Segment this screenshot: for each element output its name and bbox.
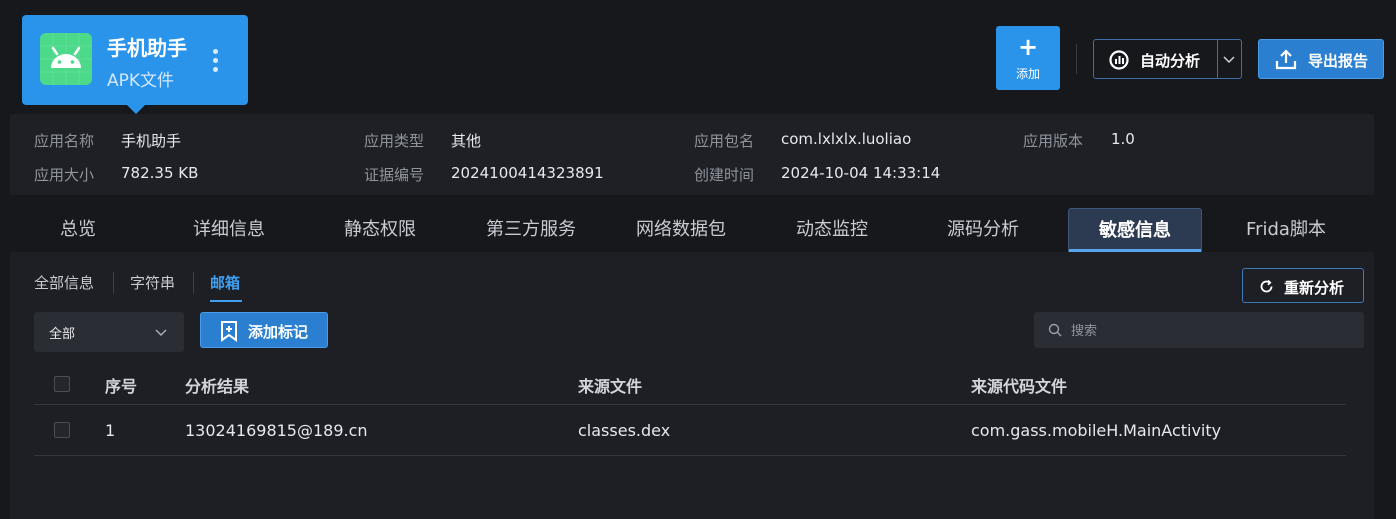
size-value: 782.35 KB <box>121 164 199 182</box>
bookmark-add-icon <box>221 321 237 342</box>
tab-third-party[interactable]: 第三方服务 <box>456 208 606 252</box>
app-name-value: 手机助手 <box>121 132 182 150</box>
filter-selected-value: 全部 <box>49 327 76 342</box>
filter-select[interactable]: 全部 <box>34 312 184 352</box>
chevron-down-icon[interactable] <box>1222 52 1236 66</box>
select-all-checkbox[interactable] <box>54 376 70 392</box>
app-type-key: 应用类型 <box>364 132 425 150</box>
reanalyze-label: 重新分析 <box>1284 279 1345 297</box>
tab-dynamic-monitor[interactable]: 动态监控 <box>756 208 908 252</box>
col-source-code-file: 来源代码文件 <box>971 377 1068 396</box>
size-key: 应用大小 <box>34 166 95 184</box>
tab-network-packets[interactable]: 网络数据包 <box>606 208 756 252</box>
package-key: 应用包名 <box>694 132 755 150</box>
add-mark-button[interactable]: 添加标记 <box>200 312 328 348</box>
cell-index: 1 <box>105 421 116 440</box>
tab-frida-script[interactable]: Frida脚本 <box>1210 208 1362 252</box>
reanalyze-button[interactable]: 重新分析 <box>1242 268 1364 303</box>
subtab-all-info[interactable]: 全部信息 <box>34 272 94 293</box>
tab-source-analysis[interactable]: 源码分析 <box>908 208 1058 252</box>
tab-overview[interactable]: 总览 <box>10 208 146 252</box>
more-vertical-icon[interactable] <box>208 49 222 75</box>
version-key: 应用版本 <box>1023 132 1084 150</box>
auto-analyze-button[interactable]: 自动分析 <box>1093 39 1242 79</box>
subtab-divider <box>193 272 194 294</box>
version-value: 1.0 <box>1111 130 1135 148</box>
created-value: 2024-10-04 14:33:14 <box>781 164 941 182</box>
tab-sensitive-info[interactable]: 敏感信息 <box>1068 208 1202 252</box>
top-bar: 手机助手 APK文件 + 添加 自动分析 导出报告 <box>0 0 1396 114</box>
add-mark-label: 添加标记 <box>248 323 309 341</box>
app-name: 手机助手 <box>107 36 187 60</box>
tab-static-permissions[interactable]: 静态权限 <box>304 208 456 252</box>
subtab-email[interactable]: 邮箱 <box>210 272 240 293</box>
evidence-key: 证据编号 <box>364 166 425 184</box>
created-key: 创建时间 <box>694 166 755 184</box>
package-value: com.lxlxlx.luoliao <box>781 130 912 148</box>
main-tabs: 总览 详细信息 静态权限 第三方服务 网络数据包 动态监控 源码分析 敏感信息 … <box>10 208 1374 252</box>
col-source-file: 来源文件 <box>578 377 643 396</box>
export-report-button[interactable]: 导出报告 <box>1258 39 1384 79</box>
add-button-label: 添加 <box>1015 67 1040 81</box>
table-header: 序号 分析结果 来源文件 来源代码文件 <box>34 363 1346 405</box>
table-row: 1 13024169815@189.cn classes.dex com.gas… <box>34 406 1346 456</box>
add-button[interactable]: + 添加 <box>996 26 1060 90</box>
subtab-strings[interactable]: 字符串 <box>130 272 175 293</box>
split-divider <box>1217 40 1218 78</box>
app-info-panel: 应用名称 手机助手 应用类型 其他 应用包名 com.lxlxlx.luolia… <box>10 114 1374 195</box>
app-name-key: 应用名称 <box>34 132 95 150</box>
android-robot-icon <box>40 33 92 85</box>
app-type-value: 其他 <box>451 132 482 150</box>
auto-analyze-label: 自动分析 <box>1140 52 1201 70</box>
plus-icon: + <box>1017 33 1039 61</box>
search-input[interactable] <box>1034 312 1364 348</box>
sensitive-info-panel: 全部信息 字符串 邮箱 重新分析 全部 添加标记 序号 分析结果 来源文件 <box>10 252 1374 519</box>
cell-source-code-file: com.gass.mobileH.MainActivity <box>971 421 1222 440</box>
cell-result: 13024169815@189.cn <box>185 421 368 440</box>
col-result: 分析结果 <box>185 377 250 396</box>
evidence-value: 2024100414323891 <box>451 164 604 182</box>
subtab-divider <box>113 272 114 294</box>
app-card: 手机助手 APK文件 <box>22 15 248 114</box>
toolbar-divider <box>1076 44 1077 74</box>
export-report-label: 导出报告 <box>1308 52 1369 70</box>
chevron-down-icon <box>155 329 167 336</box>
tab-details[interactable]: 详细信息 <box>154 208 304 252</box>
analysis-chart-icon <box>1109 50 1129 70</box>
upload-icon <box>1275 49 1297 70</box>
cell-source-file: classes.dex <box>578 421 671 440</box>
col-index: 序号 <box>105 377 138 396</box>
row-checkbox[interactable] <box>54 422 70 438</box>
app-file-type: APK文件 <box>107 71 175 91</box>
subtab-active-indicator <box>210 300 242 302</box>
refresh-icon <box>1260 279 1273 293</box>
